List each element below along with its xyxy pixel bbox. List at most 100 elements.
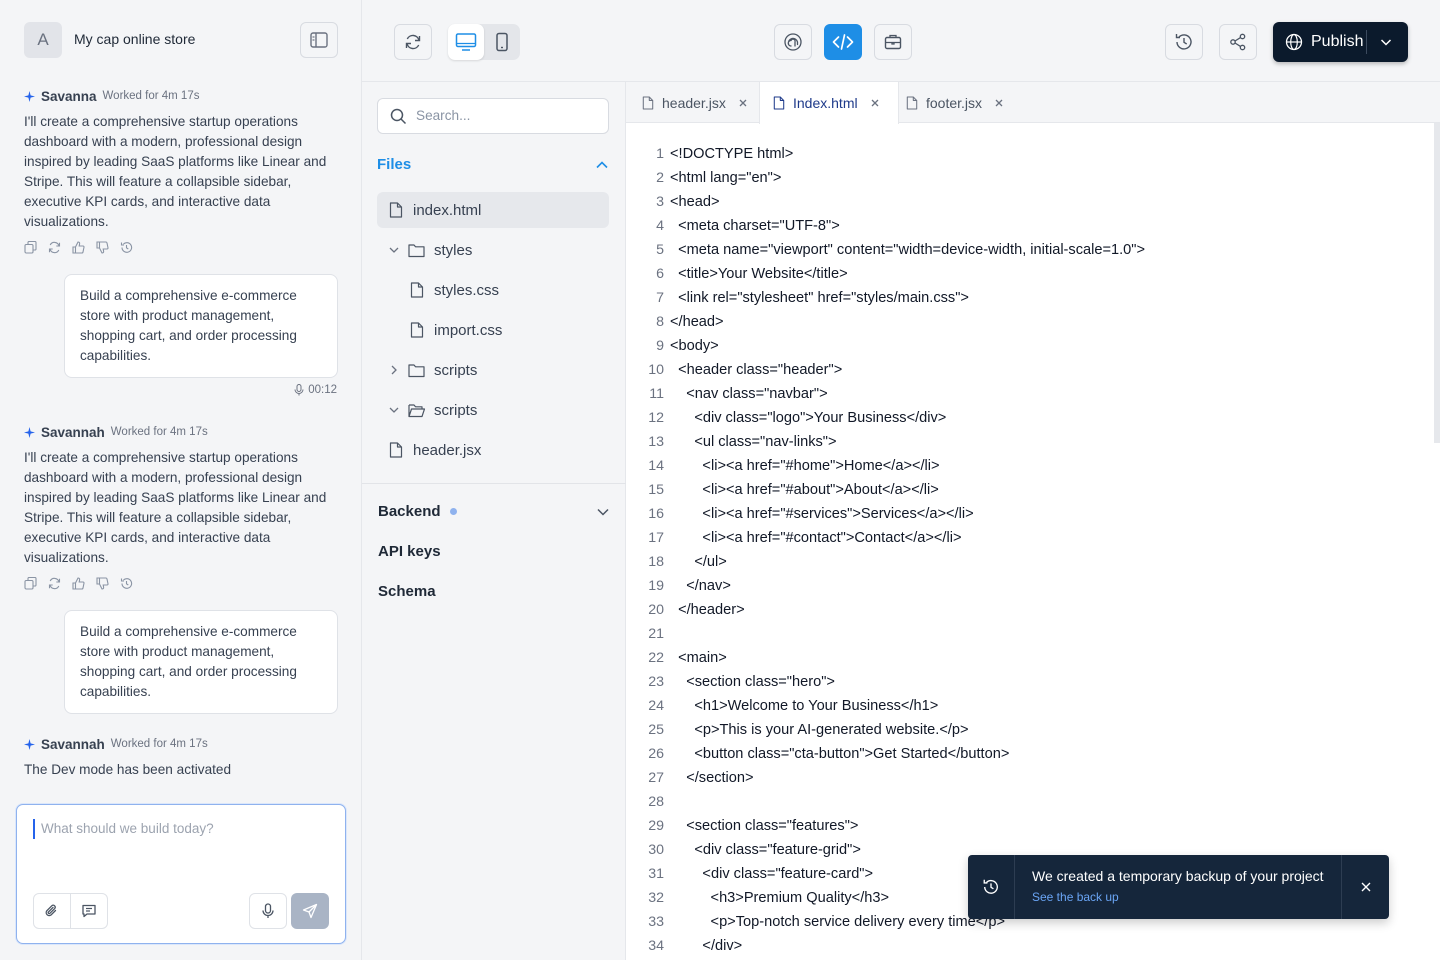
store-name[interactable]: My cap online store [74,31,195,47]
folder-item-styles[interactable]: styles [388,232,472,268]
file-item-styles-css[interactable]: styles.css [410,272,499,308]
toast-link[interactable]: See the back up [1032,890,1119,904]
microphone-icon [294,384,304,396]
folder-label: scripts [434,401,478,419]
agent-time: Worked for 4m 17s [110,426,208,438]
code-line[interactable]: 28 [626,790,1426,814]
tab-label: footer.jsx [926,94,983,111]
code-line[interactable]: 29 <section class="features"> [626,814,1426,838]
thumbs-up-icon[interactable] [72,577,85,590]
code-line[interactable]: 3 <head> [626,190,1426,214]
file-search[interactable]: Search... [377,98,609,134]
refresh-button[interactable] [394,24,432,60]
chevron-down-icon[interactable] [1379,35,1393,54]
tab-header-jsx[interactable]: header.jsx [642,82,760,123]
code-line[interactable]: 4 <meta charset="UTF-8"> [626,214,1426,238]
send-button[interactable] [291,893,329,929]
code-line[interactable]: 6 <title>Your Website</title> [626,262,1426,286]
code-line[interactable]: 21 [626,622,1426,646]
code-area[interactable]: 1 <!DOCTYPE html> 2 <html lang="en"> 3 <head>… [626,142,1426,958]
mobile-view-button[interactable] [484,24,520,60]
prompt-button[interactable] [70,893,108,929]
line-content: <header class="header"> [670,362,843,378]
line-number: 6 [656,266,664,282]
fingerprint-button[interactable] [774,24,812,60]
code-line[interactable]: 20 </header> [626,598,1426,622]
toast-close-button[interactable] [1341,855,1389,919]
microphone-button[interactable] [249,893,287,929]
briefcase-button[interactable] [874,24,912,60]
tab-index-html[interactable]: Index.html [759,82,899,124]
folder-item-scripts-open[interactable]: scripts [388,392,477,428]
code-line[interactable]: 19 </nav> [626,574,1426,598]
file-item-index-html[interactable]: index.html [377,192,609,228]
code-line[interactable]: 1 <!DOCTYPE html> [626,142,1426,166]
code-line[interactable]: 15 <li><a href="#about">About</a></li> [626,478,1426,502]
close-icon[interactable] [738,98,748,108]
code-line[interactable]: 8 </head> [626,310,1426,334]
publish-button[interactable]: Publish [1273,22,1408,62]
regenerate-icon[interactable] [48,577,61,590]
copy-icon[interactable] [24,241,37,254]
line-content: <title>Your Website</title> [670,266,848,282]
api-keys-link[interactable]: API keys [378,543,441,560]
code-line[interactable]: 34 </div> [626,934,1426,958]
code-line[interactable]: 2 <html lang="en"> [626,166,1426,190]
file-item-header-jsx[interactable]: header.jsx [389,432,481,468]
code-line[interactable]: 25 <p>This is your AI-generated website.… [626,718,1426,742]
code-line[interactable]: 13 <ul class="nav-links"> [626,430,1426,454]
code-line[interactable]: 16 <li><a href="#services">Services</a><… [626,502,1426,526]
code-line[interactable]: 14 <li><a href="#home">Home</a></li> [626,454,1426,478]
close-icon[interactable] [994,98,1004,108]
code-line[interactable]: 26 <button class="cta-button">Get Starte… [626,742,1426,766]
composer[interactable]: What should we build today? [16,804,346,944]
search-input[interactable]: Search... [416,108,470,123]
code-line[interactable]: 17 <li><a href="#contact">Contact</a></l… [626,526,1426,550]
folder-item-scripts[interactable]: scripts [388,352,477,388]
line-number: 4 [656,218,664,234]
thumbs-down-icon[interactable] [96,241,109,254]
sidebar-toggle-button[interactable] [300,22,338,58]
schema-link[interactable]: Schema [378,583,436,600]
thumbs-up-icon[interactable] [72,241,85,254]
code-line[interactable]: 12 <div class="logo">Your Business</div> [626,406,1426,430]
line-number: 32 [648,890,664,906]
avatar[interactable]: A [24,22,62,58]
voice-note[interactable]: 00:12 [294,384,337,396]
microphone-icon [262,903,274,918]
code-view-button[interactable] [824,24,862,60]
thumbs-down-icon[interactable] [96,577,109,590]
close-icon[interactable] [870,98,880,108]
history-icon[interactable] [120,577,133,590]
file-item-import-css[interactable]: import.css [410,312,502,348]
desktop-view-button[interactable] [448,24,484,60]
share-button[interactable] [1219,24,1257,60]
code-line[interactable]: 24 <h1>Welcome to Your Business</h1> [626,694,1426,718]
code-line[interactable]: 9 <body> [626,334,1426,358]
editor-scrollbar[interactable] [1434,123,1440,443]
code-line[interactable]: 27 </section> [626,766,1426,790]
code-line[interactable]: 18 </ul> [626,550,1426,574]
code-line[interactable]: 22 <main> [626,646,1426,670]
file-label: import.css [434,321,503,339]
file-icon [906,95,918,110]
backend-section-header[interactable]: Backend [378,503,610,520]
line-content: <meta charset="UTF-8"> [670,218,840,234]
chevron-down-icon[interactable] [596,505,610,519]
code-line[interactable]: 23 <section class="hero"> [626,670,1426,694]
code-line[interactable]: 10 <header class="header"> [626,358,1426,382]
attach-button[interactable] [33,893,71,929]
copy-icon[interactable] [24,577,37,590]
code-line[interactable]: 11 <nav class="navbar"> [626,382,1426,406]
chevron-up-icon[interactable] [595,158,609,172]
files-section-header[interactable]: Files [377,156,609,176]
composer-input[interactable]: What should we build today? [33,819,214,839]
regenerate-icon[interactable] [48,241,61,254]
code-line[interactable]: 7 <link rel="stylesheet" href="styles/ma… [626,286,1426,310]
history-icon[interactable] [120,241,133,254]
tab-footer-jsx[interactable]: footer.jsx [906,82,1036,123]
line-content: <section class="hero"> [670,674,835,690]
history-button[interactable] [1165,24,1203,60]
line-number: 31 [648,866,664,882]
code-line[interactable]: 5 <meta name="viewport" content="width=d… [626,238,1426,262]
